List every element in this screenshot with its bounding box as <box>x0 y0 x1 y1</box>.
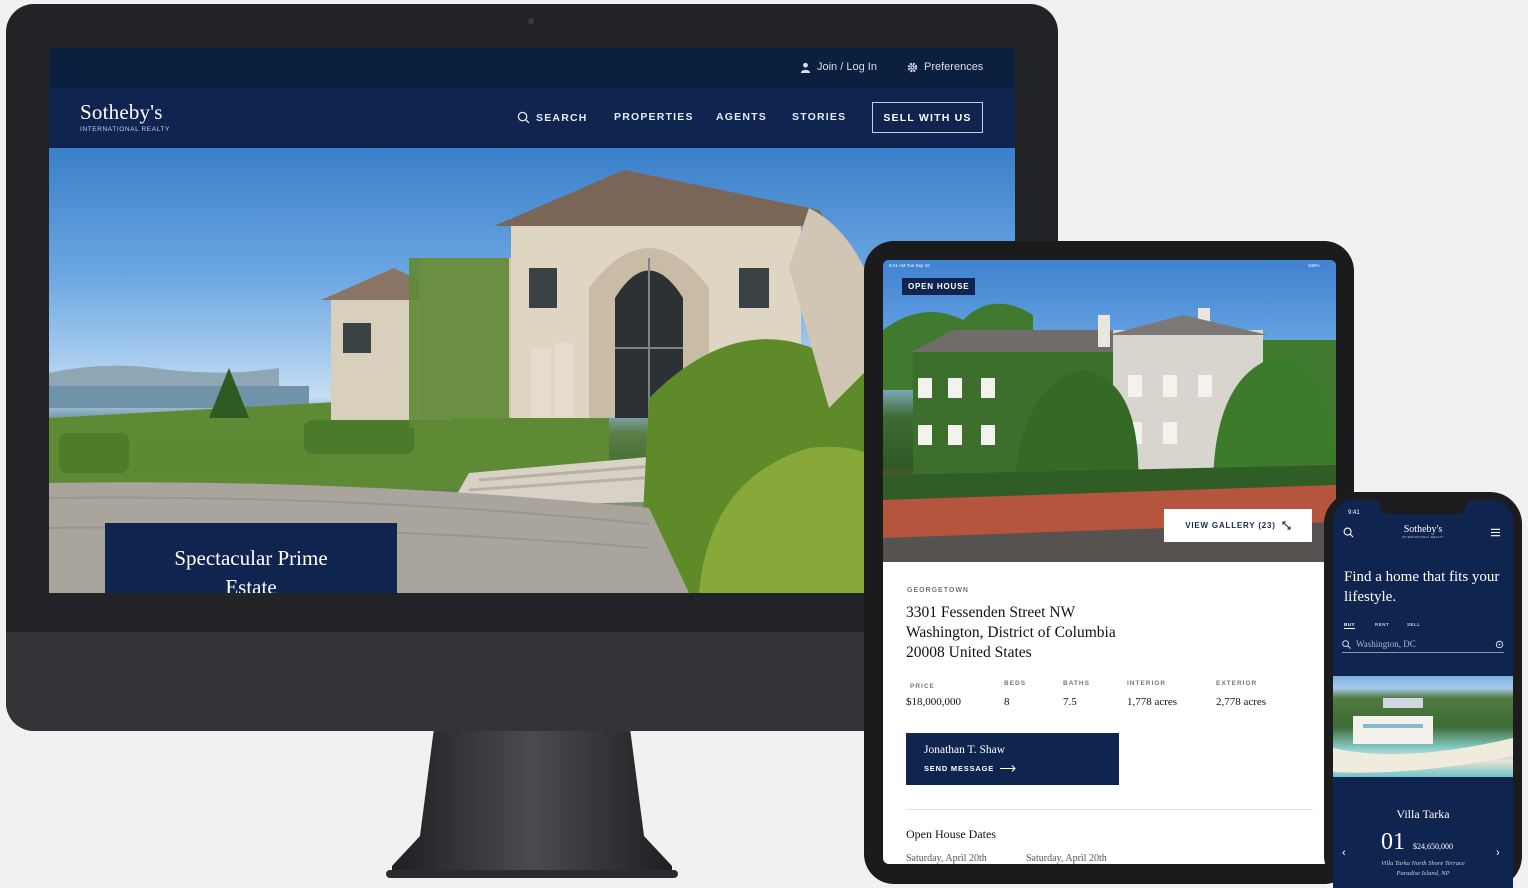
phone-notch <box>1379 500 1467 514</box>
user-icon <box>800 62 811 73</box>
stat-exterior-value: 2,778 acres <box>1216 696 1267 708</box>
open-house-title: Open House Dates <box>906 827 996 841</box>
logo-name: Sotheby's <box>80 100 163 124</box>
tab-rent[interactable]: RENT <box>1375 622 1389 627</box>
nav-properties[interactable]: PROPERTIES <box>614 111 694 123</box>
imac-stand <box>386 728 678 878</box>
listing-subaddress-line1: Villa Tarka North Shore Terrace <box>1381 860 1465 867</box>
location-icon[interactable] <box>1495 640 1504 649</box>
phone-headline: Find a home that fits your lifestyle. <box>1344 569 1500 605</box>
hero-caption[interactable]: Spectacular Prime Estate <box>105 523 397 593</box>
nav-agents-label: AGENTS <box>716 111 767 123</box>
listing-title: Villa Tarka <box>1396 807 1450 821</box>
tablet-screen: 9:41 AM Tue Sep 10 100% OPEN HOUSE VIEW … <box>883 260 1336 864</box>
preferences-label: Preferences <box>924 61 984 73</box>
address-line-1: 3301 Fessenden Street NW <box>906 604 1076 621</box>
hero-caption-line1: Spectacular Prime <box>174 546 328 570</box>
stat-interior-value: 1,778 acres <box>1127 696 1178 708</box>
nav-stories-label: STORIES <box>792 111 847 123</box>
nav-search[interactable]: SEARCH <box>517 111 588 124</box>
address-line-3: 20008 United States <box>906 644 1032 661</box>
tablet-status-time: 9:41 AM Tue Sep 10 <box>889 263 930 268</box>
imac-camera <box>528 18 534 24</box>
login-label: Join / Log In <box>817 61 877 73</box>
chevron-right-icon[interactable]: › <box>1496 847 1500 859</box>
arrow-right-icon <box>1000 765 1016 772</box>
chevron-left-icon[interactable]: ‹ <box>1342 847 1346 859</box>
stat-baths-value: 7.5 <box>1063 696 1077 708</box>
section-divider <box>906 809 1313 810</box>
phone-logo[interactable]: Sotheby's INTERNATIONAL REALTY <box>1333 524 1513 539</box>
stat-price-label: PRICE <box>910 683 935 690</box>
listing-index: 01 <box>1381 829 1405 855</box>
phone-status-time: 9:41 <box>1348 510 1360 516</box>
address-line-2: Washington, District of Columbia <box>906 624 1116 641</box>
sell-with-us-label: SELL WITH US <box>883 111 972 124</box>
listing-address: 3301 Fessenden Street NW Washington, Dis… <box>906 603 1116 663</box>
agent-name: Jonathan T. Shaw <box>924 744 1006 756</box>
agent-contact-card[interactable]: Jonathan T. Shaw SEND MESSAGE <box>906 733 1119 785</box>
stat-baths-label: BATHS <box>1063 680 1090 687</box>
nav-search-label: SEARCH <box>536 111 588 124</box>
stat-beds-value: 8 <box>1004 696 1010 708</box>
open-house-badge: OPEN HOUSE <box>902 278 976 295</box>
expand-icon <box>1282 521 1291 530</box>
send-message-label: SEND MESSAGE <box>924 764 995 773</box>
phone-logo-name: Sotheby's <box>1403 524 1443 535</box>
phone-screen: 9:41 Sotheby's INTERNATIONAL REALTY Find… <box>1333 500 1513 888</box>
sell-with-us-button[interactable]: SELL WITH US <box>872 102 983 133</box>
view-gallery-label: VIEW GALLERY (23) <box>1185 521 1276 530</box>
open-house-date-2[interactable]: Saturday, April 20th <box>1026 853 1107 864</box>
send-message-button[interactable]: SEND MESSAGE <box>924 764 1016 773</box>
nav-stories[interactable]: STORIES <box>792 111 846 123</box>
view-gallery-button[interactable]: VIEW GALLERY (23) <box>1164 509 1312 542</box>
tab-sell[interactable]: SELL <box>1407 622 1421 627</box>
tab-buy[interactable]: BUY <box>1344 622 1356 629</box>
open-house-date-1[interactable]: Saturday, April 20th <box>906 853 987 864</box>
listing-subaddress: Villa Tarka North Shore Terrace Paradise… <box>1333 859 1513 879</box>
search-icon <box>517 111 530 124</box>
phone-search-placeholder: Washington, DC <box>1356 639 1416 649</box>
listing-photo: 9:41 AM Tue Sep 10 100% OPEN HOUSE VIEW … <box>883 260 1336 562</box>
login-link[interactable]: Join / Log In <box>800 61 877 73</box>
sothebys-logo[interactable]: Sotheby's INTERNATIONAL REALTY <box>80 100 170 133</box>
gear-icon <box>907 62 918 72</box>
stat-price-value: $18,000,000 <box>906 696 961 708</box>
neighborhood-label: GEORGETOWN <box>907 587 969 594</box>
utility-bar: Join / Log In Preferences <box>49 48 1015 88</box>
hamburger-menu-icon[interactable] <box>1490 527 1501 538</box>
nav-agents[interactable]: AGENTS <box>716 111 767 123</box>
main-navigation: Sotheby's INTERNATIONAL REALTY SEARCH PR… <box>49 88 1015 148</box>
villa-photo[interactable] <box>1333 676 1513 777</box>
nav-properties-label: PROPERTIES <box>614 111 694 123</box>
stat-exterior-label: EXTERIOR <box>1216 680 1258 687</box>
villa-illustration <box>1333 698 1513 773</box>
listing-price: $24,650,000 <box>1413 842 1453 851</box>
phone-search-input[interactable]: Washington, DC <box>1342 636 1504 653</box>
listing-subaddress-line2: Paradise Island, NP <box>1396 870 1450 877</box>
hero-caption-line2: Estate <box>225 575 277 593</box>
tablet-status-battery: 100% <box>1308 263 1320 268</box>
phone-logo-tagline: INTERNATIONAL REALTY <box>1402 535 1444 539</box>
stat-interior-label: INTERIOR <box>1127 680 1167 687</box>
preferences-link[interactable]: Preferences <box>907 61 983 73</box>
logo-tagline: INTERNATIONAL REALTY <box>80 126 170 133</box>
stat-beds-label: BEDS <box>1004 680 1027 687</box>
search-icon <box>1342 639 1351 649</box>
